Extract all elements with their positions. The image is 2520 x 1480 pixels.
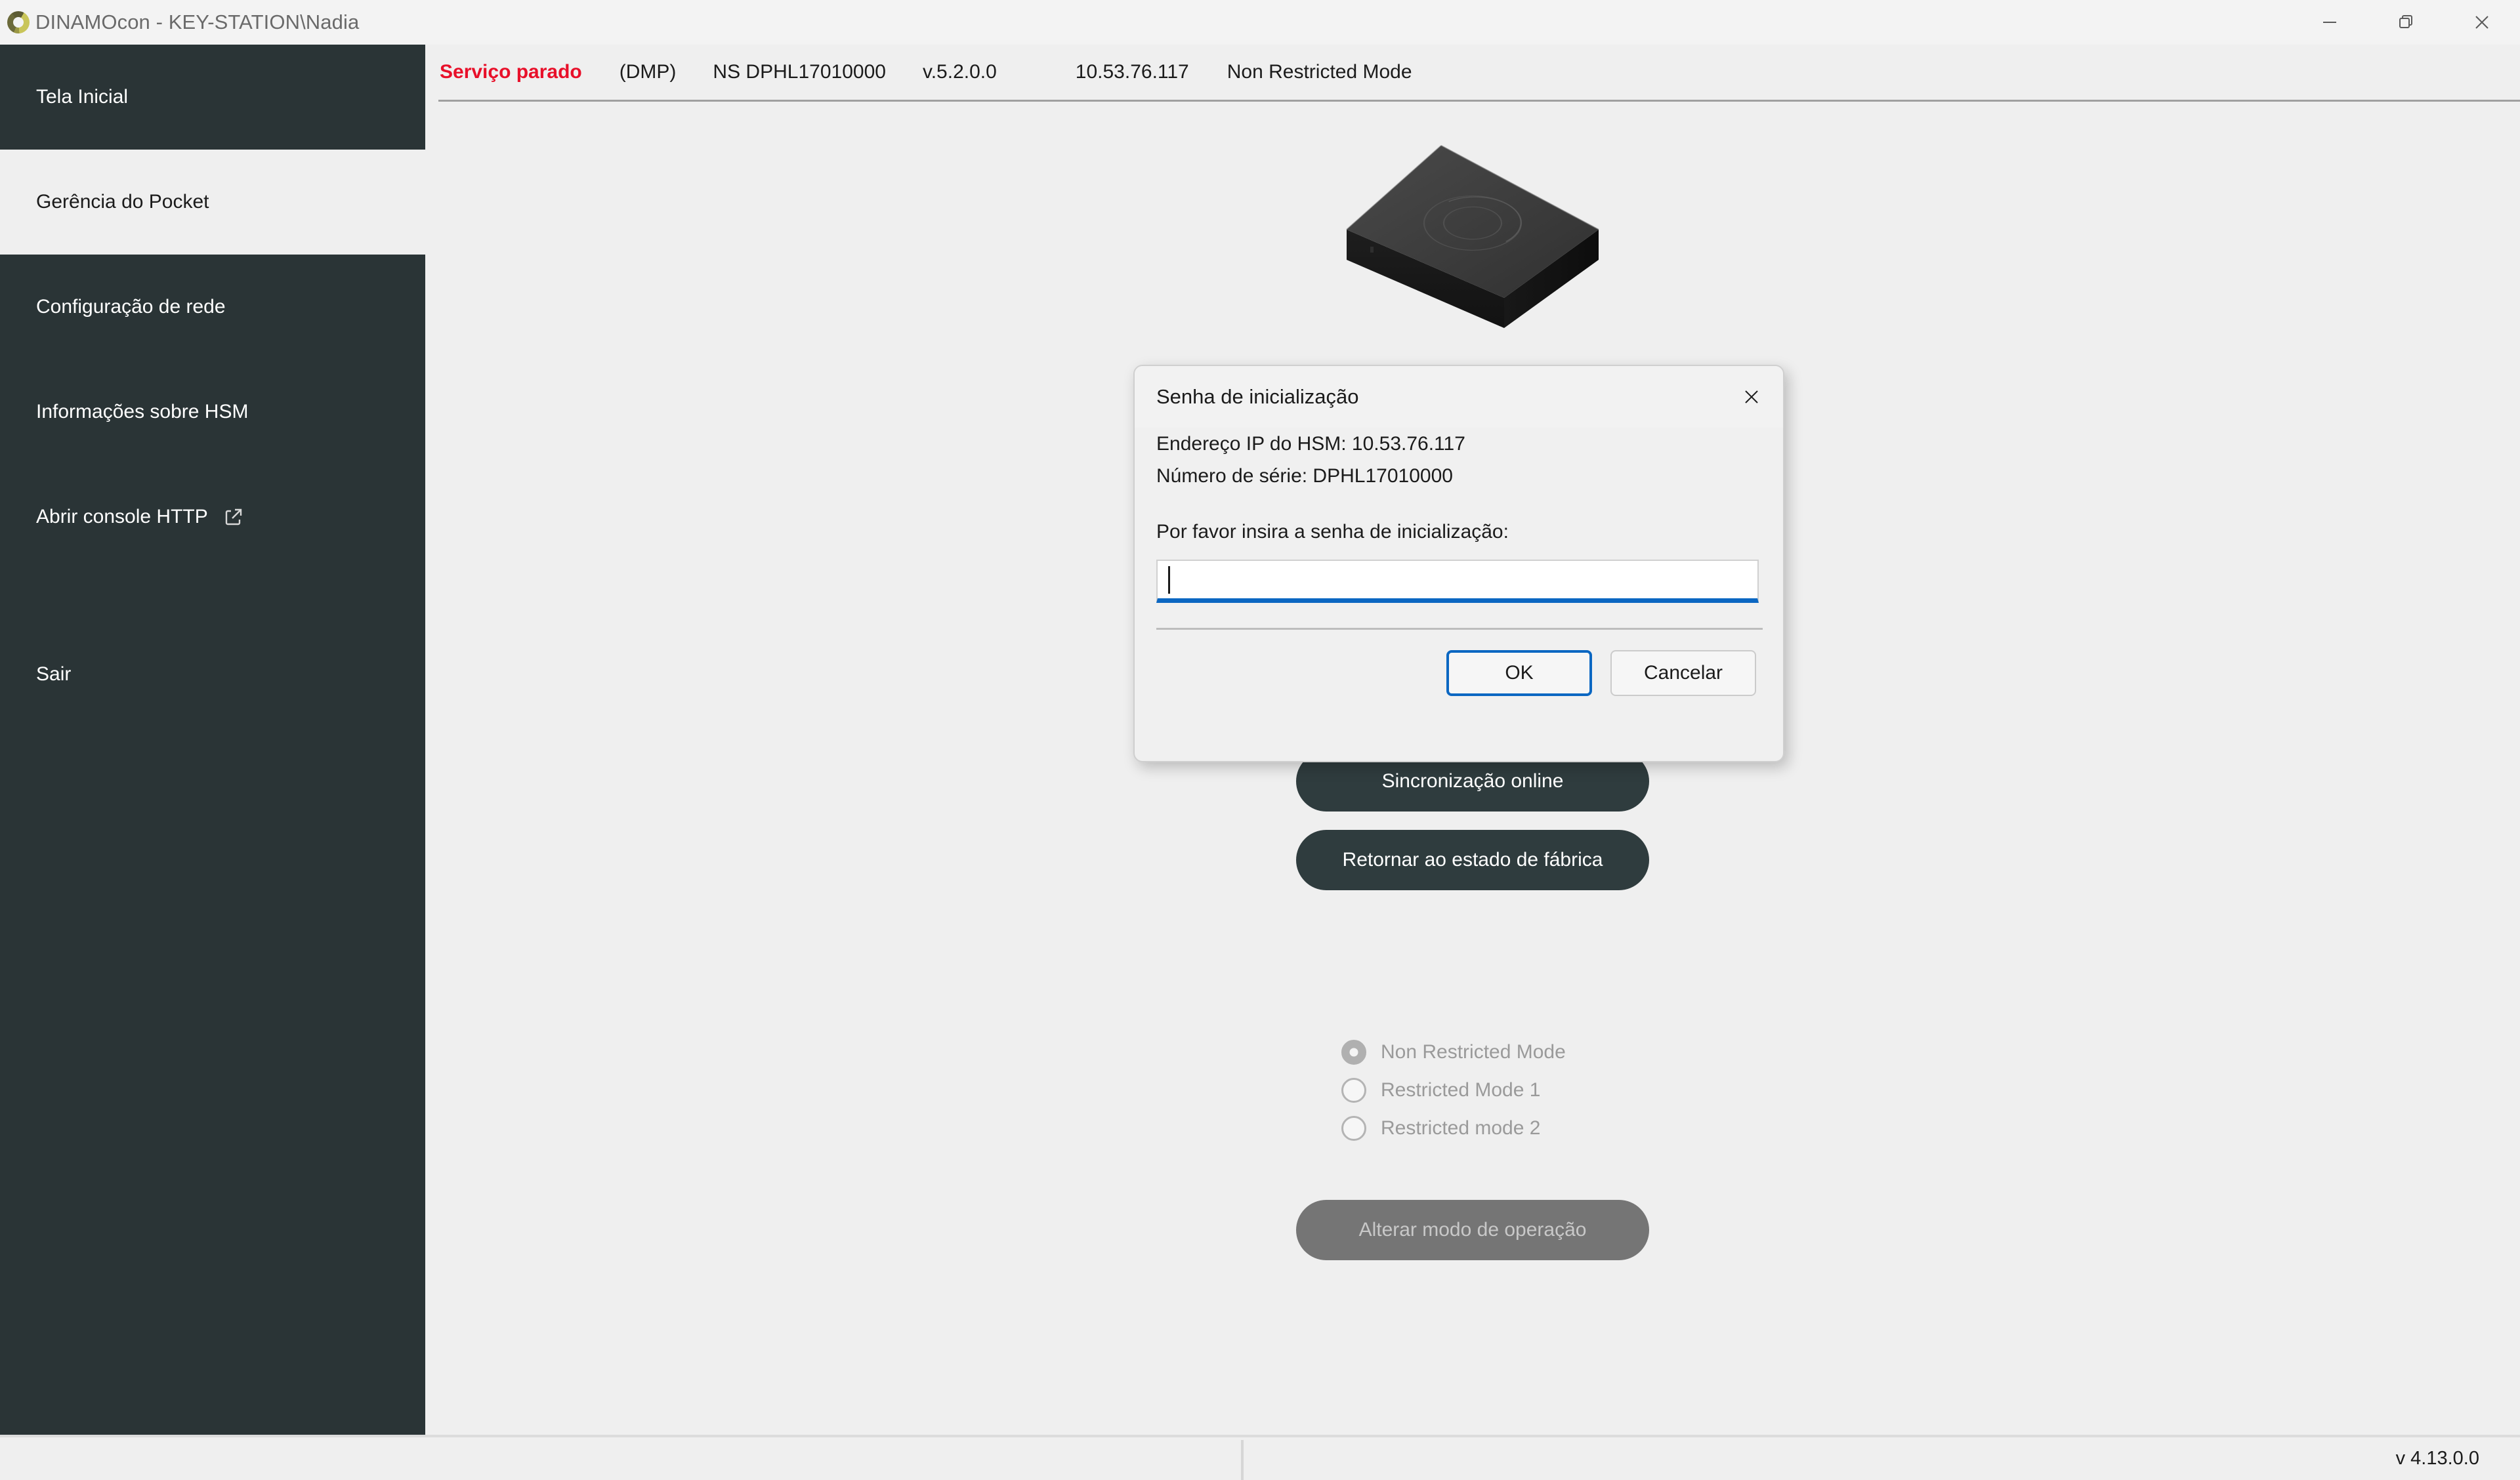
alterar-modo-operacao-button[interactable]: Alterar modo de operação (1296, 1200, 1649, 1260)
minimize-icon[interactable] (2292, 0, 2368, 45)
sidebar-item-label: Sair (36, 663, 72, 685)
status-firmware-version: v.5.2.0.0 (922, 61, 997, 83)
sidebar: Tela Inicial Gerência do Pocket Configur… (0, 45, 425, 1435)
app-version-label: v 4.13.0.0 (2395, 1448, 2479, 1469)
dialog-hsm-ip: Endereço IP do HSM: 10.53.76.117 (1156, 433, 1465, 455)
sidebar-item-label: Tela Inicial (36, 86, 129, 108)
footer-bar: v 4.13.0.0 (0, 1435, 2520, 1480)
status-serial-number: NS DPHL17010000 (713, 61, 886, 83)
titlebar-left: DINAMOcon - KEY-STATION\Nadia (0, 9, 359, 35)
sidebar-item-tela-inicial[interactable]: Tela Inicial (0, 45, 425, 150)
status-ip-address: 10.53.76.117 (1075, 61, 1189, 83)
ok-button[interactable]: OK (1446, 650, 1592, 696)
close-icon[interactable] (2444, 0, 2520, 45)
dialog-title: Senha de inicialização (1156, 385, 1359, 408)
footer-separator (1241, 1440, 1244, 1480)
radio-label: Restricted mode 2 (1381, 1117, 1541, 1139)
change-mode-wrapper: Alterar modo de operação (425, 1200, 2520, 1260)
sidebar-item-configuracao-de-rede[interactable]: Configuração de rede (0, 255, 425, 360)
initialization-password-input[interactable] (1156, 560, 1759, 603)
restore-icon[interactable] (2368, 0, 2444, 45)
radio-indicator (1341, 1116, 1366, 1141)
hsm-device-illustration (425, 131, 2520, 348)
cancel-button[interactable]: Cancelar (1610, 650, 1756, 696)
dialog-serial-number: Número de série: DPHL17010000 (1156, 465, 1453, 487)
dialog-titlebar: Senha de inicialização (1135, 366, 1783, 428)
retornar-estado-fabrica-button[interactable]: Retornar ao estado de fábrica (1296, 830, 1649, 890)
external-link-icon (222, 506, 245, 528)
operation-mode-radio-group: Non Restricted Mode Restricted Mode 1 Re… (425, 1040, 2520, 1141)
status-module: (DMP) (619, 61, 677, 83)
dialog-actions: OK Cancelar (1156, 650, 1761, 696)
text-caret (1168, 565, 1170, 594)
status-operation-mode: Non Restricted Mode (1227, 61, 1412, 83)
window-title: DINAMOcon - KEY-STATION\Nadia (35, 10, 360, 33)
sidebar-item-label: Abrir console HTTP (36, 506, 208, 527)
main-content: Sincronização online Retornar ao estado … (425, 102, 2520, 1435)
application-window: DINAMOcon - KEY-STATION\Nadia Tela Inici… (0, 0, 2520, 1480)
sidebar-item-label: Configuração de rede (36, 296, 226, 318)
window-titlebar: DINAMOcon - KEY-STATION\Nadia (0, 0, 2520, 45)
sidebar-item-label: Informações sobre HSM (36, 401, 249, 422)
sidebar-item-informacoes-sobre-hsm[interactable]: Informações sobre HSM (0, 360, 425, 464)
radio-label: Restricted Mode 1 (1381, 1079, 1541, 1101)
pocket-actions: Sincronização online Retornar ao estado … (425, 751, 2520, 890)
window-controls (2292, 0, 2520, 45)
radio-option-non-restricted-mode[interactable]: Non Restricted Mode (1341, 1040, 1604, 1065)
sidebar-item-sair[interactable]: Sair (0, 622, 425, 727)
dinamo-ring-logo-icon (5, 9, 32, 35)
dialog-body: Endereço IP do HSM: 10.53.76.117 Número … (1135, 428, 1783, 696)
status-service-state: Serviço parado (440, 61, 582, 83)
radio-indicator (1341, 1040, 1366, 1065)
radio-option-restricted-mode-1[interactable]: Restricted Mode 1 (1341, 1078, 1604, 1103)
radio-indicator (1341, 1078, 1366, 1103)
dialog-divider (1156, 628, 1763, 630)
sidebar-item-label: Gerência do Pocket (36, 191, 209, 213)
radio-option-restricted-mode-2[interactable]: Restricted mode 2 (1341, 1116, 1604, 1141)
initialization-password-dialog: Senha de inicialização Endereço IP do HS… (1133, 365, 1784, 762)
dialog-prompt: Por favor insira a senha de inicializaçã… (1156, 521, 1509, 543)
radio-label: Non Restricted Mode (1381, 1041, 1566, 1063)
status-bar: Serviço parado (DMP) NS DPHL17010000 v.5… (425, 45, 2520, 100)
close-icon[interactable] (1720, 367, 1783, 427)
sidebar-item-gerencia-do-pocket[interactable]: Gerência do Pocket (0, 150, 425, 255)
sidebar-item-abrir-console-http[interactable]: Abrir console HTTP (0, 464, 425, 569)
